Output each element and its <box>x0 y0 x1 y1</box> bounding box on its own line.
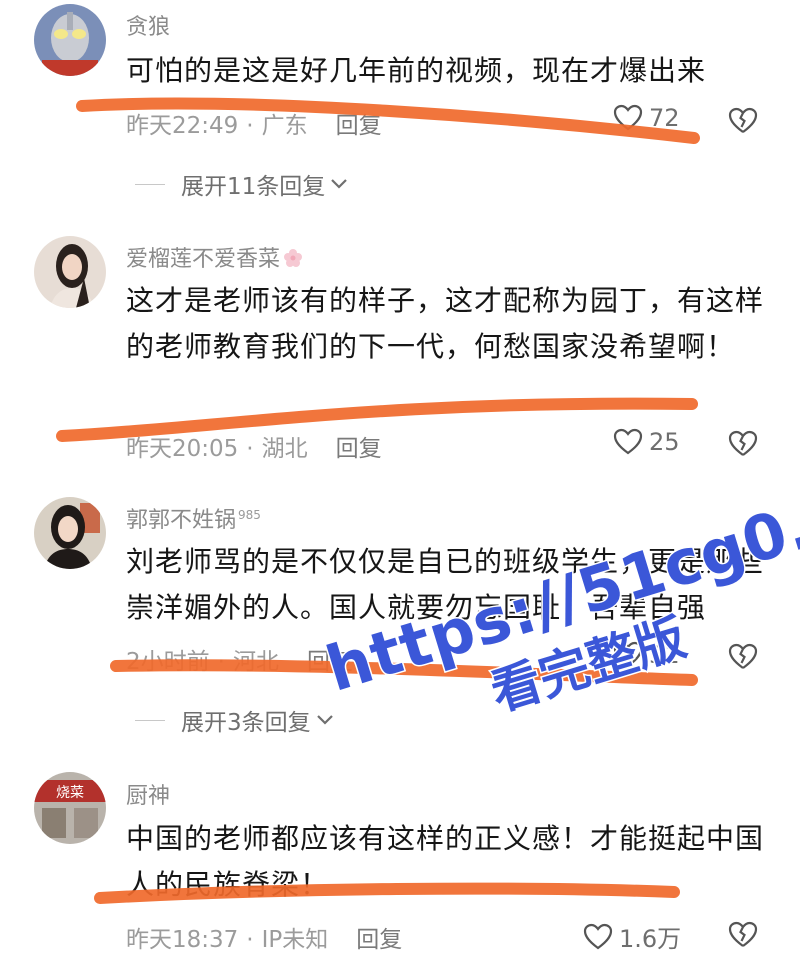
avatar-girl-image <box>34 497 106 569</box>
avatar[interactable]: 烧菜 <box>34 772 106 844</box>
username-text: 爱榴莲不爱香菜 <box>126 247 281 272</box>
separator-dot: · <box>217 649 225 675</box>
like-count: 72 <box>649 104 680 132</box>
reply-button[interactable]: 回复 <box>336 113 382 139</box>
username[interactable]: 郭郭不姓锅 985 <box>126 502 261 534</box>
broken-heart-icon <box>728 643 758 669</box>
expand-replies-label: 展开3条回复 <box>181 710 311 736</box>
like-count: 1.6万 <box>619 925 682 953</box>
dislike-button[interactable] <box>728 643 758 675</box>
reply-button[interactable]: 回复 <box>336 436 382 462</box>
chevron-down-icon <box>316 715 333 725</box>
divider-line <box>135 719 165 721</box>
username[interactable]: 贪狼 <box>126 9 170 41</box>
like-count: 31 <box>649 641 680 669</box>
avatar[interactable] <box>34 4 106 76</box>
comment-location: 广东 <box>261 113 308 139</box>
comment-text: 刘老师骂的是不仅仅是自已的班级学生，更是那些崇洋媚外的人。国人就要勿忘国耻，吾辈… <box>126 545 765 624</box>
avatar[interactable] <box>34 236 106 308</box>
reply-button[interactable]: 回复 <box>307 649 353 675</box>
like-count: 25 <box>649 428 680 456</box>
username[interactable]: 爱榴莲不爱香菜 <box>126 241 303 273</box>
like-button[interactable]: 1.6万 <box>583 919 681 954</box>
like-button[interactable]: 25 <box>613 428 680 456</box>
avatar-woman-image <box>34 236 106 308</box>
comment-location: IP未知 <box>261 927 329 953</box>
dislike-button[interactable] <box>728 430 758 462</box>
dislike-button[interactable] <box>728 921 758 953</box>
comment-location: 河北 <box>232 649 279 675</box>
reply-button[interactable]: 回复 <box>356 927 402 953</box>
comment-meta: 昨天22:49 · 广东 回复 <box>126 106 382 140</box>
username[interactable]: 厨神 <box>126 778 170 810</box>
comment-time: 昨天18:37 <box>126 927 239 953</box>
separator-dot: · <box>246 927 254 953</box>
broken-heart-icon <box>728 921 758 947</box>
comment-time: 昨天20:05 <box>126 436 239 462</box>
username-text: 郭郭不姓锅 <box>126 508 237 533</box>
like-button[interactable]: 72 <box>613 104 680 132</box>
username-tag: 985 <box>238 507 261 522</box>
broken-heart-icon <box>728 107 758 133</box>
divider-line <box>135 183 165 185</box>
comment-meta: 昨天18:37 · IP未知 回复 <box>126 920 402 954</box>
heart-icon <box>613 104 643 131</box>
comment-text: 中国的老师都应该有这样的正义感！才能挺起中国人的民族脊梁！ <box>126 822 765 901</box>
expand-replies-button[interactable]: 展开11条回复 <box>135 167 349 201</box>
dislike-button[interactable] <box>728 107 758 139</box>
heart-icon <box>613 641 643 668</box>
comment-text: 这才是老师该有的样子，这才配称为园丁，有这样的老师教育我们的下一代，何愁国家没希… <box>126 284 765 363</box>
avatar-sign-text: 烧菜 <box>56 785 84 801</box>
heart-icon <box>583 923 613 949</box>
expand-replies-label: 展开11条回复 <box>181 174 326 200</box>
comment-meta: 2小时前 · 河北 回复 <box>126 642 353 676</box>
avatar[interactable] <box>34 497 106 569</box>
comment-text: 可怕的是这是好几年前的视频，现在才爆出来 <box>126 54 707 87</box>
avatar-ultraman-image <box>34 4 106 76</box>
chevron-down-icon <box>331 179 348 189</box>
separator-dot: · <box>246 436 254 462</box>
broken-heart-icon <box>728 430 758 456</box>
flower-badge-icon <box>284 249 303 267</box>
comment-time: 昨天22:49 <box>126 113 239 139</box>
avatar-shopfront-image: 烧菜 <box>34 772 106 844</box>
expand-replies-button[interactable]: 展开3条回复 <box>135 703 335 737</box>
separator-dot: · <box>246 113 254 139</box>
comment-location: 湖北 <box>261 436 308 462</box>
comment-meta: 昨天20:05 · 湖北 回复 <box>126 429 382 463</box>
comment-time: 2小时前 <box>126 649 210 675</box>
like-button[interactable]: 31 <box>613 641 680 669</box>
heart-icon <box>613 428 643 455</box>
